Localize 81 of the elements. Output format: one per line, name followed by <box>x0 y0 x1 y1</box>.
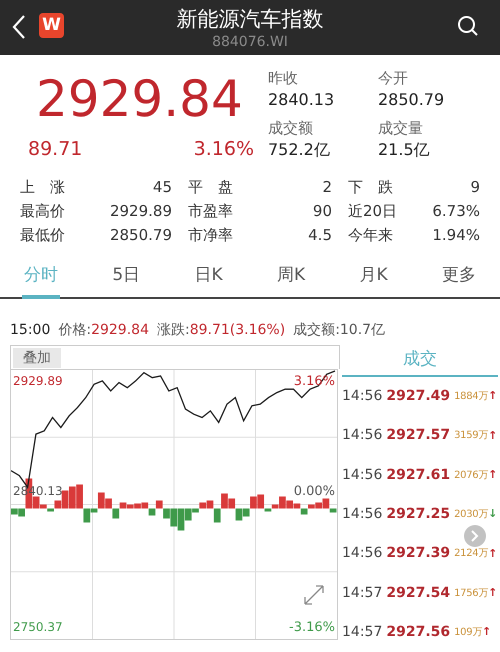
percent-label: 0.00% <box>294 483 335 501</box>
trade-time: 14:56 <box>342 387 382 406</box>
trade-price: 2927.57 <box>386 426 450 446</box>
trade-volume: 2030万 <box>454 508 488 522</box>
app-logo: W <box>39 13 64 38</box>
stat-value: 21.5亿 <box>378 139 431 161</box>
change-label: 涨跌: <box>156 320 190 340</box>
stat-value: 2929.89 <box>110 201 172 222</box>
expand-icon[interactable] <box>303 584 325 606</box>
chart-tab[interactable]: 日K <box>192 257 225 299</box>
stat-label: 最高价 <box>20 201 65 222</box>
index-code: 884076.WI <box>212 32 288 50</box>
trade-volume: 109万 <box>454 626 482 640</box>
price-value: 2929.84 <box>91 320 149 340</box>
back-icon[interactable] <box>12 14 26 40</box>
percent-label: -3.16% <box>289 619 335 637</box>
trade-price: 2927.61 <box>386 466 450 485</box>
trade-volume: 1756万 <box>454 586 488 601</box>
trade-price: 2927.49 <box>386 387 450 406</box>
stat-label: 成交量 <box>378 118 424 139</box>
trend-arrow: ↑ <box>488 584 498 601</box>
stat-label: 平 盘 <box>188 177 233 198</box>
price-label: 价格: <box>58 320 92 340</box>
chevron-icon <box>471 530 479 542</box>
stat-label: 最低价 <box>20 225 65 246</box>
trade-volume: 2076万 <box>454 468 488 483</box>
search-icon[interactable] <box>457 15 479 37</box>
stat-value: 2840.13 <box>268 89 336 111</box>
stat-label: 近20日 <box>348 201 398 222</box>
chart-tab[interactable]: 周K <box>274 257 308 299</box>
trade-volume: 1884万 <box>454 390 488 404</box>
trade-time: 14:56 <box>342 426 382 446</box>
trend-arrow: ↑ <box>482 624 492 640</box>
amount-text: 成交额:10.7亿 <box>293 320 386 340</box>
stat-value: 9 <box>470 177 480 198</box>
trend-arrow: ↓ <box>488 506 498 522</box>
stat-value: 6.73% <box>432 201 480 222</box>
stat-label: 今年来 <box>348 225 393 246</box>
stat-label: 成交额 <box>268 118 314 139</box>
stat-label: 市净率 <box>188 225 233 246</box>
stat-value: 4.5 <box>308 225 332 246</box>
stat-value: 752.2亿 <box>268 139 331 161</box>
stat-label: 今开 <box>378 68 409 89</box>
trade-time: 14:57 <box>342 622 382 642</box>
stat-label: 市盈率 <box>188 201 233 222</box>
trend-arrow: ↑ <box>488 388 498 404</box>
trade-price: 2927.54 <box>386 584 450 603</box>
page-title: 新能源汽车指数 <box>176 6 324 32</box>
trend-arrow: ↑ <box>488 428 498 444</box>
trade-price: 2927.39 <box>386 544 450 564</box>
change-percent: 3.16% <box>194 137 254 162</box>
trade-price: 2927.25 <box>386 505 450 524</box>
chart-tab[interactable]: 5日 <box>110 257 142 299</box>
trade-volume: 3159万 <box>454 429 488 444</box>
overlay-button[interactable]: 叠加 <box>13 348 61 368</box>
trade-time: 14:56 <box>342 466 382 485</box>
trade-time: 14:57 <box>342 584 382 603</box>
trade-price: 2927.56 <box>386 622 450 642</box>
stat-value: 2850.79 <box>110 225 172 246</box>
trades-header: 成交 <box>342 341 498 377</box>
stat-label: 下 跌 <box>348 177 393 198</box>
chart-tab[interactable]: 更多 <box>440 257 478 299</box>
stat-value: 1.94% <box>432 225 480 246</box>
trend-arrow: ↑ <box>488 546 498 562</box>
time-text: 15:00 <box>10 320 50 340</box>
chart-tab[interactable]: 月K <box>357 257 390 299</box>
stat-value: 2 <box>322 177 332 198</box>
trade-time: 14:56 <box>342 544 382 564</box>
current-price: 2929.84 <box>36 69 244 129</box>
stat-value: 2850.79 <box>378 89 446 111</box>
y-axis-label: 2929.89 <box>13 373 63 390</box>
trade-time: 14:56 <box>342 505 382 524</box>
y-axis-label: 2750.37 <box>13 619 63 636</box>
stat-label: 昨收 <box>268 68 299 89</box>
trade-volume: 2124万 <box>454 547 488 562</box>
stat-value: 90 <box>312 201 332 222</box>
stat-value: 45 <box>152 177 172 198</box>
stat-label: 上 涨 <box>20 177 65 198</box>
change-value: 89.71(3.16%) <box>190 320 286 340</box>
price-change: 89.71 <box>28 137 82 162</box>
trend-arrow: ↑ <box>488 466 498 483</box>
